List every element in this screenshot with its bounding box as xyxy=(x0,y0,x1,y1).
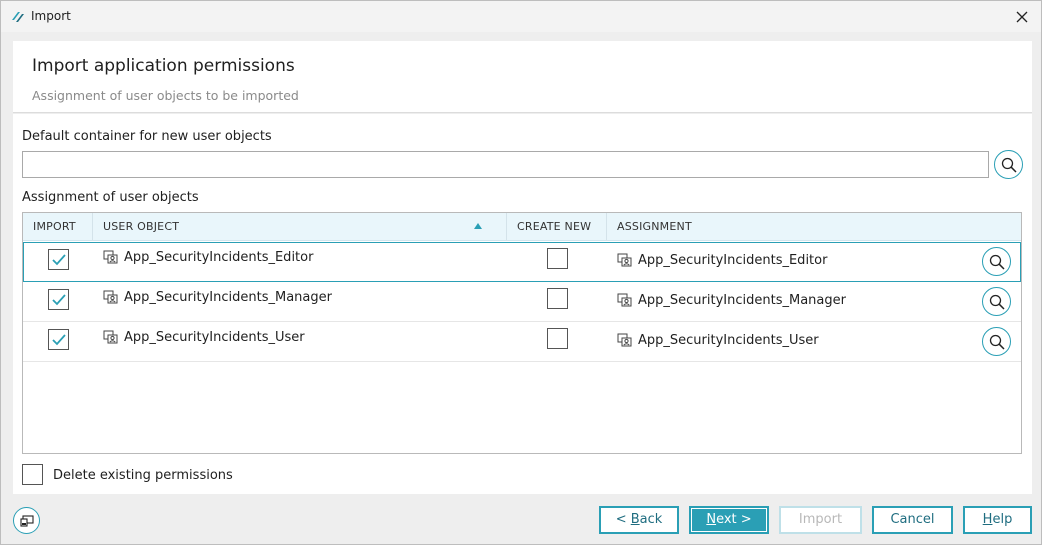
window-panel-icon xyxy=(19,514,34,527)
user-group-icon xyxy=(617,253,632,267)
app-logo-icon xyxy=(12,12,24,22)
import-checkbox[interactable] xyxy=(48,289,69,310)
assignment-search-button[interactable] xyxy=(982,247,1011,276)
container-search-button[interactable] xyxy=(994,150,1023,179)
dialog-body: Import application permissions Assignmen… xyxy=(0,32,1042,545)
magnifier-icon xyxy=(989,254,1005,270)
delete-existing-checkbox[interactable] xyxy=(22,464,43,485)
column-header-user-object[interactable]: USER OBJECT xyxy=(93,213,507,241)
back-button[interactable]: < Back xyxy=(599,506,679,534)
import-checkbox[interactable] xyxy=(48,249,69,270)
user-group-icon xyxy=(103,250,118,264)
delete-existing-label: Delete existing permissions xyxy=(53,468,233,483)
assignment-name: App_SecurityIncidents_Editor xyxy=(638,253,828,268)
assignment-name: App_SecurityIncidents_User xyxy=(638,333,819,348)
assignment-label: Assignment of user objects xyxy=(22,190,199,205)
check-icon xyxy=(51,293,66,305)
check-icon xyxy=(51,253,66,265)
user-group-icon xyxy=(103,330,118,344)
import-checkbox[interactable] xyxy=(48,329,69,350)
close-button[interactable] xyxy=(1011,6,1033,28)
assignment-search-button[interactable] xyxy=(982,287,1011,316)
magnifier-icon xyxy=(989,294,1005,310)
default-container-label: Default container for new user objects xyxy=(22,129,272,144)
column-header-import[interactable]: IMPORT xyxy=(23,213,93,241)
sort-ascending-icon xyxy=(474,223,482,229)
close-icon xyxy=(1016,11,1028,23)
assignment-grid: IMPORT USER OBJECT CREATE NEW ASSIGNMENT… xyxy=(22,212,1022,454)
user-object-name: App_SecurityIncidents_Manager xyxy=(124,290,332,305)
column-header-assignment[interactable]: ASSIGNMENT xyxy=(607,213,1021,241)
window-title: Import xyxy=(31,9,71,23)
help-button[interactable]: Help xyxy=(963,506,1032,534)
check-icon xyxy=(51,333,66,345)
import-button[interactable]: Import xyxy=(779,506,862,534)
magnifier-icon xyxy=(1001,157,1017,173)
user-group-icon xyxy=(103,290,118,304)
title-bar: Import xyxy=(0,0,1042,32)
create-new-checkbox[interactable] xyxy=(547,288,568,309)
table-row[interactable]: App_SecurityIncidents_User App_SecurityI… xyxy=(23,322,1021,362)
table-row[interactable]: App_SecurityIncidents_Editor App_Securit… xyxy=(23,242,1021,282)
next-button[interactable]: Next > xyxy=(689,506,769,534)
create-new-checkbox[interactable] xyxy=(547,248,568,269)
page-subtitle: Assignment of user objects to be importe… xyxy=(32,88,299,103)
assignment-search-button[interactable] xyxy=(982,327,1011,356)
user-object-name: App_SecurityIncidents_Editor xyxy=(124,250,314,265)
table-row[interactable]: App_SecurityIncidents_Manager App_Securi… xyxy=(23,282,1021,322)
user-object-name: App_SecurityIncidents_User xyxy=(124,330,305,345)
page-title: Import application permissions xyxy=(32,56,295,76)
create-new-checkbox[interactable] xyxy=(547,328,568,349)
assignment-name: App_SecurityIncidents_Manager xyxy=(638,293,846,308)
window-panel-button[interactable] xyxy=(13,507,40,534)
user-group-icon xyxy=(617,293,632,307)
cancel-button[interactable]: Cancel xyxy=(872,506,953,534)
grid-header: IMPORT USER OBJECT CREATE NEW ASSIGNMENT xyxy=(23,213,1021,241)
magnifier-icon xyxy=(989,334,1005,350)
default-container-input[interactable] xyxy=(22,151,989,178)
user-group-icon xyxy=(617,333,632,347)
content-panel: Default container for new user objects A… xyxy=(13,114,1032,494)
column-header-create-new[interactable]: CREATE NEW xyxy=(507,213,607,241)
wizard-header: Import application permissions Assignmen… xyxy=(13,41,1032,113)
